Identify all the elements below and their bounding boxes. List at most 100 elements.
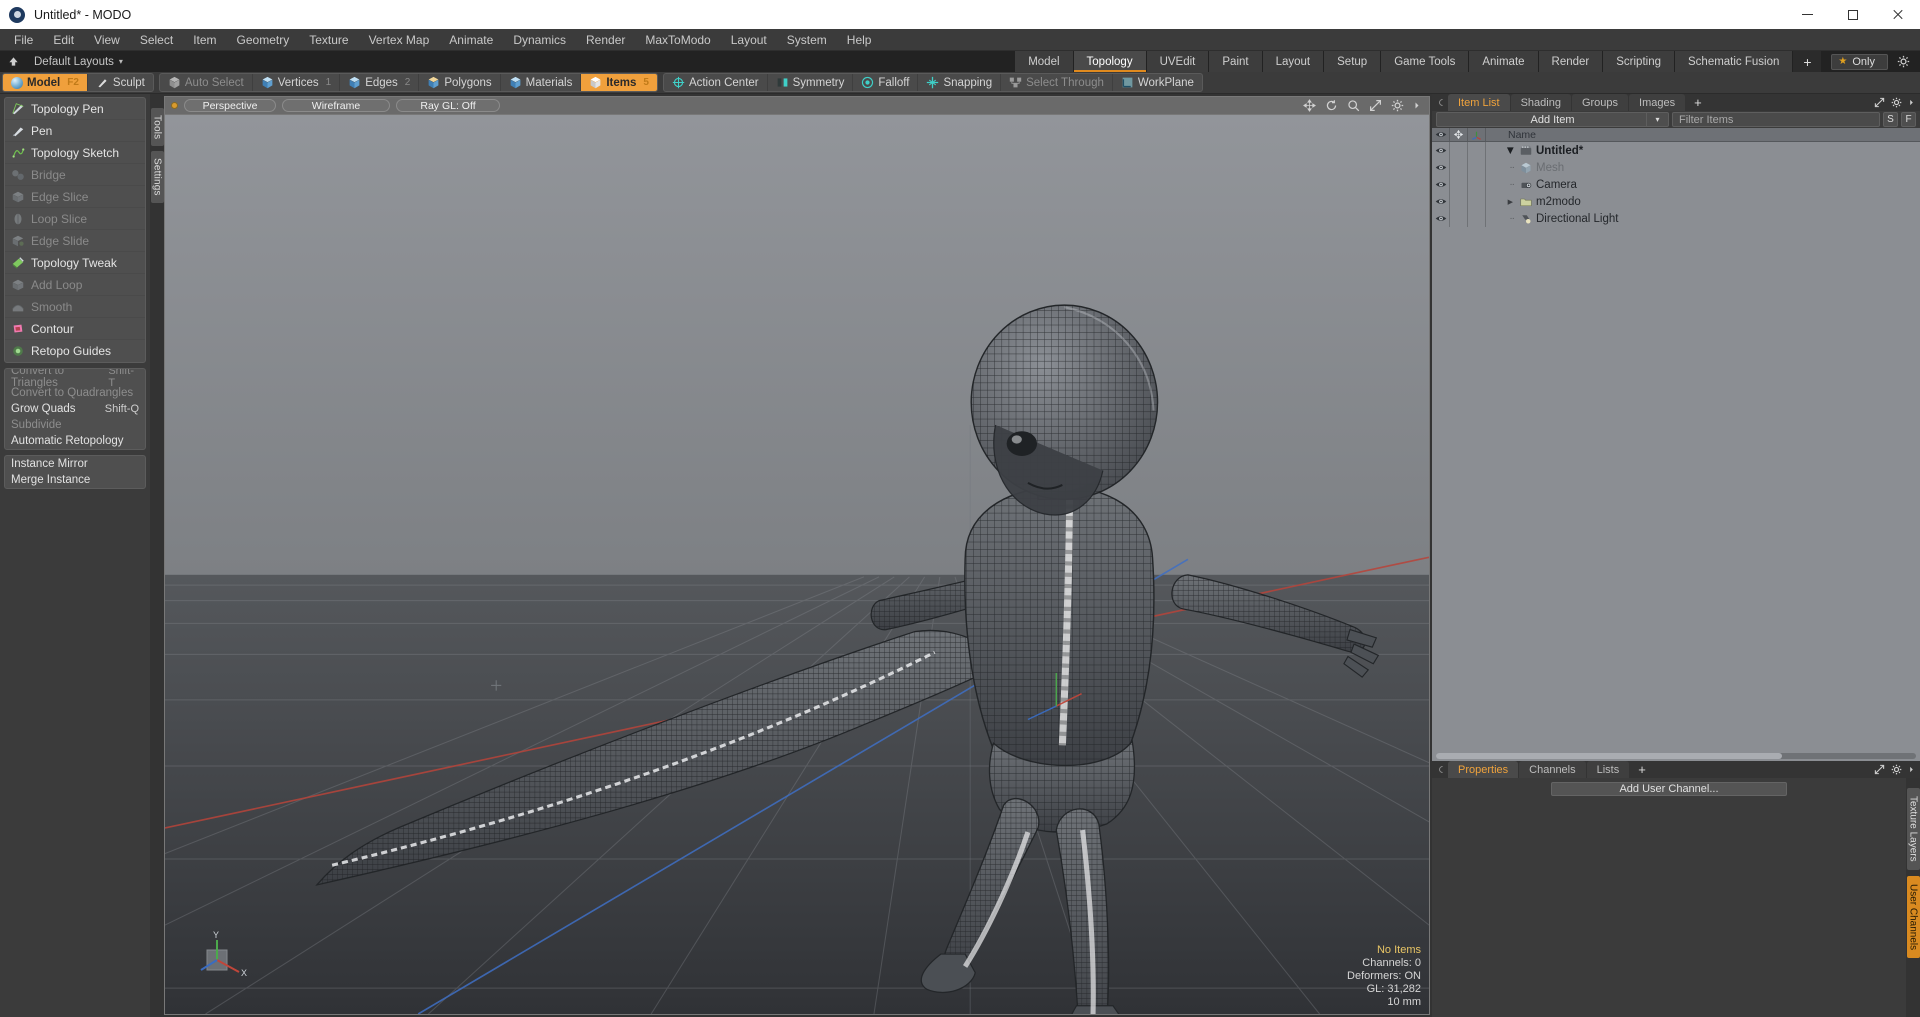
layout-tab-paint[interactable]: Paint [1209,51,1263,72]
command-instance-mirror[interactable]: Instance Mirror [5,456,145,472]
mode-button-select-through[interactable]: Select Through [1001,74,1113,91]
row-name-cell[interactable]: ▶ m2modo [1486,193,1920,210]
row-lock-cell[interactable] [1450,142,1468,159]
row-name-cell[interactable]: ·· Directional Light [1486,210,1920,227]
mode-button-workplane[interactable]: WorkPlane [1113,74,1202,91]
gear-icon[interactable] [1897,55,1910,68]
filter-items-input[interactable]: Filter Items [1672,112,1880,127]
item-list-horizontal-scrollbar[interactable] [1436,753,1916,759]
row-lock-cell[interactable] [1450,159,1468,176]
menu-view[interactable]: View [84,29,130,51]
tab-images[interactable]: Images [1629,94,1686,111]
mode-button-sculpt[interactable]: Sculpt [88,74,153,91]
layout-tab-layout[interactable]: Layout [1262,51,1325,72]
only-toggle-button[interactable]: ★ Only [1831,53,1888,70]
close-button[interactable] [1875,0,1920,29]
layout-tab-scripting[interactable]: Scripting [1603,51,1675,72]
add-layout-tab-button[interactable]: + [1793,51,1822,72]
tool-retopo-guides[interactable]: Retopo Guides [5,340,145,362]
menu-system[interactable]: System [777,29,837,51]
menu-dynamics[interactable]: Dynamics [503,29,576,51]
menu-animate[interactable]: Animate [439,29,503,51]
menu-texture[interactable]: Texture [299,29,358,51]
table-row[interactable]: ·· Camera [1432,176,1920,193]
row-name-cell[interactable]: ·· Mesh [1486,159,1920,176]
expand-icon[interactable] [1874,97,1885,108]
command-automatic-retopology[interactable]: Automatic Retopology [5,433,145,449]
row-name-cell[interactable]: ▼ Untitled* [1486,142,1920,159]
row-axis-cell[interactable] [1468,210,1486,227]
layout-tab-schematic-fusion[interactable]: Schematic Fusion [1675,51,1794,72]
tab-channels[interactable]: Channels [1519,761,1586,778]
mode-button-auto-select[interactable]: Auto Select [160,74,253,91]
menu-layout[interactable]: Layout [721,29,777,51]
row-visibility-toggle[interactable] [1432,159,1450,176]
menu-edit[interactable]: Edit [43,29,84,51]
mode-button-snapping[interactable]: Snapping [918,74,1002,91]
tab-item-list[interactable]: Item List [1448,94,1510,111]
row-name-cell[interactable]: ·· Camera [1486,176,1920,193]
mode-button-polygons[interactable]: Polygons [419,74,501,91]
layout-tab-topology[interactable]: Topology [1073,51,1147,72]
menu-file[interactable]: File [4,29,43,51]
layout-tab-render[interactable]: Render [1538,51,1604,72]
viewport-shading-dropdown[interactable]: Wireframe [282,99,390,112]
layout-tab-game-tools[interactable]: Game Tools [1381,51,1470,72]
menu-help[interactable]: Help [837,29,882,51]
menu-maxtomodo[interactable]: MaxToModo [635,29,720,51]
layout-tab-model[interactable]: Model [1015,51,1074,72]
viewport-3d[interactable]: Y X No Items Channels: 0 Deformers: ON G… [164,114,1430,1015]
row-visibility-toggle[interactable] [1432,142,1450,159]
maximize-button[interactable] [1830,0,1875,29]
home-icon[interactable] [0,51,26,72]
command-merge-instance[interactable]: Merge Instance [5,472,145,488]
tool-contour[interactable]: Contour [5,318,145,340]
chevron-down-icon[interactable]: ▾ [1646,113,1668,126]
vertical-tab-tools[interactable]: Tools [150,108,164,147]
tool-pen[interactable]: Pen [5,120,145,142]
mode-button-items[interactable]: Items 5 [581,74,657,91]
item-list-body[interactable]: ▼ Untitled* ·· Mesh ·· Camera ▶ m2modo ·… [1432,142,1920,761]
layout-tab-animate[interactable]: Animate [1469,51,1539,72]
command-grow-quads[interactable]: Grow Quads Shift-Q [5,401,145,417]
tab-properties[interactable]: Properties [1448,761,1519,778]
menu-render[interactable]: Render [576,29,635,51]
menu-item[interactable]: Item [183,29,226,51]
chevron-right-icon[interactable] [1908,97,1915,108]
table-row[interactable]: ·· Mesh [1432,159,1920,176]
tool-smooth[interactable]: Smooth [5,296,145,318]
tool-edge-slice[interactable]: Edge Slice [5,186,145,208]
expand-icon[interactable] [1874,764,1885,775]
add-item-button[interactable]: Add Item ▾ [1436,112,1669,127]
command-convert-to-triangles[interactable]: Convert to Triangles Shift-T [5,369,145,389]
tool-edge-slide[interactable]: Edge Slide [5,230,145,252]
menu-vertex-map[interactable]: Vertex Map [359,29,440,51]
mode-button-materials[interactable]: Materials [501,74,582,91]
vertical-tab-user-channels[interactable]: User Channels [1906,875,1920,958]
row-lock-cell[interactable] [1450,193,1468,210]
row-axis-cell[interactable] [1468,193,1486,210]
tool-add-loop[interactable]: Add Loop [5,274,145,296]
row-visibility-toggle[interactable] [1432,210,1450,227]
panel-menu-icon[interactable] [1436,94,1448,111]
filter-f-button[interactable]: F [1901,112,1916,127]
mode-button-falloff[interactable]: Falloff [853,74,919,91]
row-visibility-toggle[interactable] [1432,176,1450,193]
row-twisty[interactable]: ▼ [1490,145,1516,157]
tool-topology-tweak[interactable]: Topology Tweak [5,252,145,274]
row-axis-cell[interactable] [1468,159,1486,176]
viewport-projection-dropdown[interactable]: Perspective [184,99,276,112]
table-row[interactable]: ·· Directional Light [1432,210,1920,227]
mode-button-symmetry[interactable]: Symmetry [768,74,854,91]
default-layouts-dropdown[interactable]: Default Layouts ▾ [26,51,131,72]
menu-select[interactable]: Select [130,29,183,51]
chevron-right-icon[interactable] [1908,764,1915,775]
tab-lists[interactable]: Lists [1586,761,1630,778]
row-lock-cell[interactable] [1450,210,1468,227]
mode-button-action-center[interactable]: Action Center [664,74,768,91]
mode-button-vertices[interactable]: Vertices 1 [253,74,341,91]
layout-tab-setup[interactable]: Setup [1324,51,1382,72]
row-axis-cell[interactable] [1468,176,1486,193]
tool-topology-pen[interactable]: Topology Pen [5,98,145,120]
command-convert-to-quadrangles[interactable]: Convert to Quadrangles [5,385,145,401]
